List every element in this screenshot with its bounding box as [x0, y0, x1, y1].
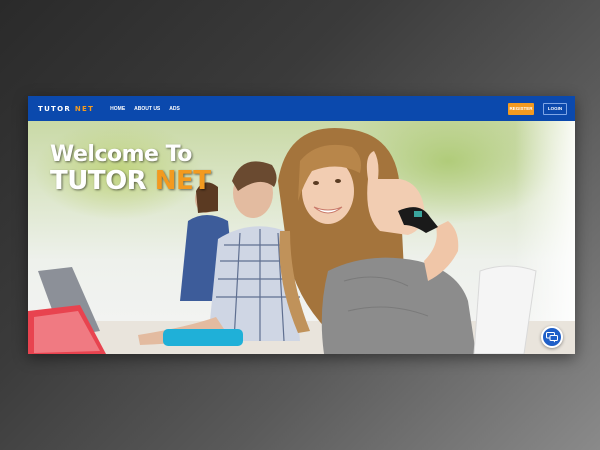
register-button[interactable]: REGISTER [508, 102, 534, 115]
hero-title-welcome: Welcome To [50, 142, 192, 167]
browser-frame: TUTOR NET HOME ABOUT US ADS REGISTER LOG… [28, 96, 575, 354]
chat-bubble-icon [546, 331, 558, 342]
hero-banner: Welcome To TUTOR NET [28, 121, 575, 354]
nav-link-about-us[interactable]: ABOUT US [134, 106, 160, 112]
hero-title: Welcome To TUTOR NET [50, 142, 211, 196]
wristwatch-face [414, 211, 422, 217]
brand-part2: NET [74, 104, 95, 113]
female-student-eye-right [335, 179, 341, 183]
nav-actions: REGISTER LOGIN [508, 102, 567, 115]
hero-title-brand: TUTOR NET [50, 167, 211, 196]
female-student-eye-left [313, 181, 319, 185]
nav-links: HOME ABOUT US ADS [110, 106, 180, 112]
brand-logo[interactable]: TUTOR NET [38, 105, 94, 113]
chat-button[interactable] [541, 326, 563, 348]
blue-pencil-case [163, 329, 243, 346]
login-button[interactable]: LOGIN [543, 102, 567, 115]
hero-title-word2: NET [154, 166, 211, 197]
navbar: TUTOR NET HOME ABOUT US ADS REGISTER LOG… [28, 96, 575, 121]
nav-link-home[interactable]: HOME [110, 106, 125, 112]
hero-title-word1: TUTOR [50, 166, 147, 197]
brand-part1: TUTOR [38, 104, 72, 113]
nav-link-ads[interactable]: ADS [169, 106, 180, 112]
female-student-gray-top [321, 257, 476, 354]
